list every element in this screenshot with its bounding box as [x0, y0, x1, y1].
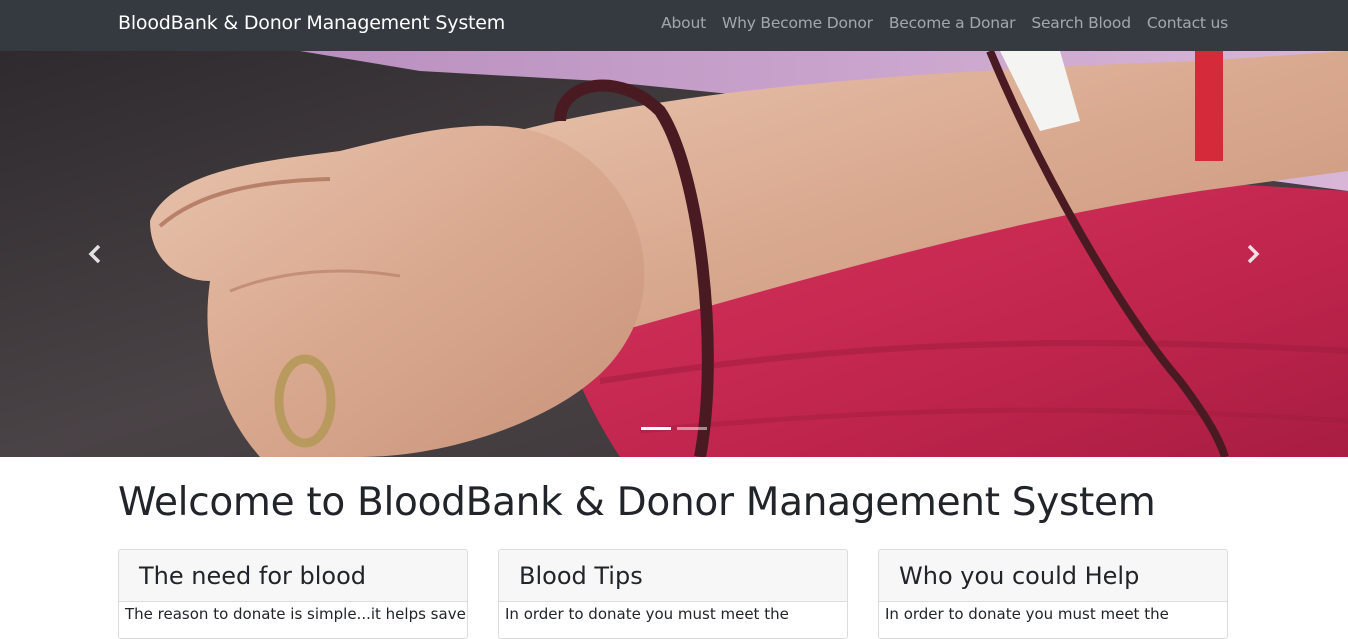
chevron-right-icon — [1247, 244, 1260, 264]
card-text: In order to donate you must meet the — [505, 605, 789, 623]
blood-donation-photo — [0, 51, 1348, 457]
top-navbar: BloodBank & Donor Management System Abou… — [0, 0, 1348, 51]
nav-link-become-donor[interactable]: Become a Donar — [889, 14, 1016, 32]
brand-link[interactable]: BloodBank & Donor Management System — [118, 12, 505, 34]
nav-link-about[interactable]: About — [661, 14, 706, 32]
card-blood-tips: Blood Tips In order to donate you must m… — [498, 549, 848, 639]
card-title: Blood Tips — [499, 550, 847, 602]
card-text: The reason to donate is simple...it help… — [125, 605, 466, 623]
carousel-indicators — [0, 427, 1348, 430]
card-title: The need for blood — [119, 550, 467, 602]
carousel-prev-button[interactable] — [0, 51, 190, 457]
nav-links: About Why Become Donor Become a Donar Se… — [661, 14, 1228, 32]
carousel-indicator-1[interactable] — [641, 427, 671, 430]
carousel-next-button[interactable] — [1158, 51, 1348, 457]
nav-link-search-blood[interactable]: Search Blood — [1031, 14, 1131, 32]
card-who-you-could-help: Who you could Help In order to donate yo… — [878, 549, 1228, 639]
hero-carousel — [0, 51, 1348, 457]
nav-link-why-become-donor[interactable]: Why Become Donor — [722, 14, 873, 32]
nav-link-contact-us[interactable]: Contact us — [1147, 14, 1228, 32]
card-text: In order to donate you must meet the — [885, 605, 1169, 623]
carousel-indicator-2[interactable] — [677, 427, 707, 430]
card-title: Who you could Help — [879, 550, 1227, 602]
chevron-left-icon — [88, 244, 101, 264]
welcome-heading: Welcome to BloodBank & Donor Management … — [118, 480, 1156, 525]
card-need-for-blood: The need for blood The reason to donate … — [118, 549, 468, 639]
